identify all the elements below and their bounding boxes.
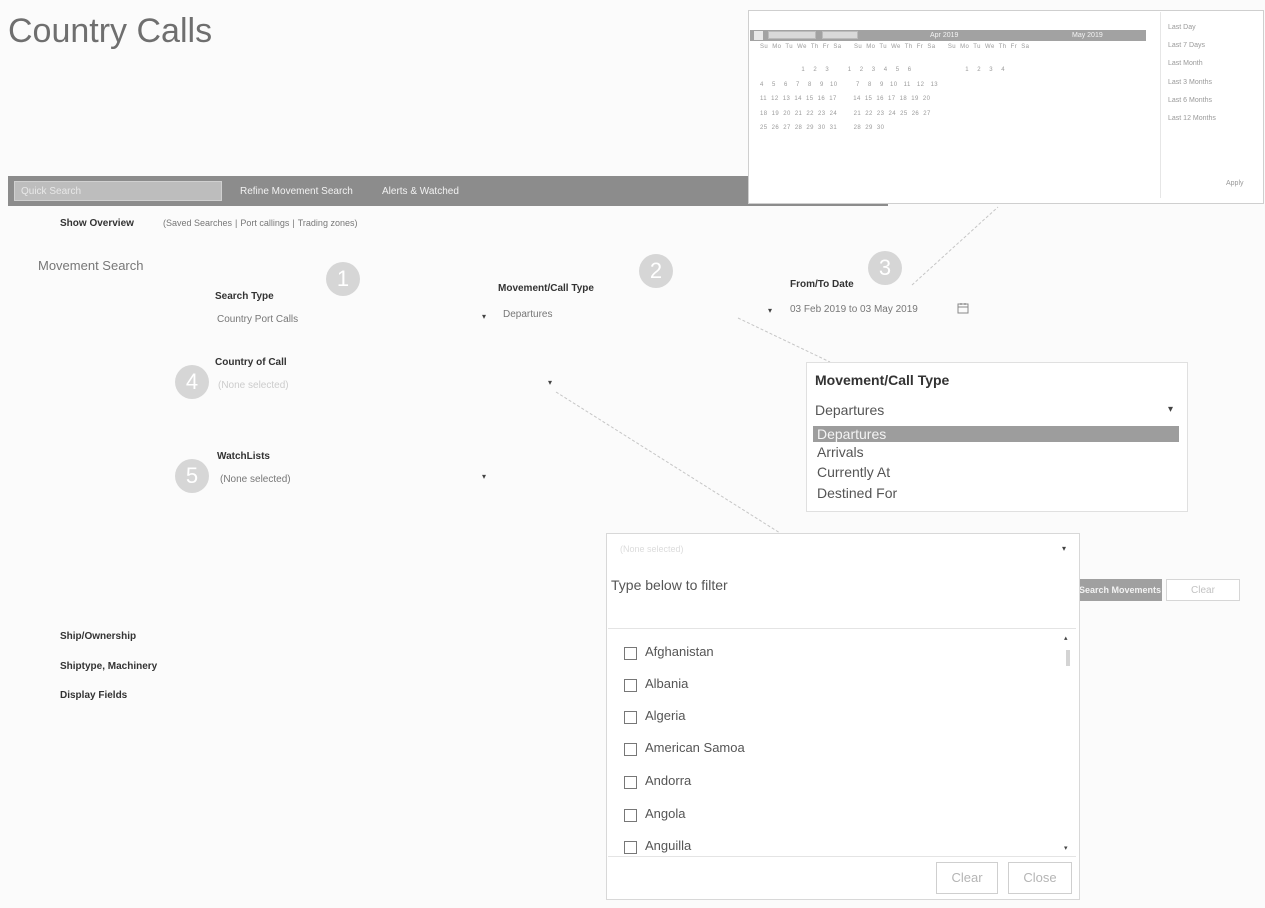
calendar-month-select[interactable] <box>768 31 816 39</box>
country-option-label[interactable]: Albania <box>645 676 688 691</box>
step-badge-5: 5 <box>175 459 209 493</box>
from-to-date-label: From/To Date <box>790 279 854 290</box>
watchlists-chevron-down-icon[interactable]: ▾ <box>482 472 486 481</box>
search-movements-button[interactable]: Search Movements <box>1078 579 1162 601</box>
option-currently-at[interactable]: Currently At <box>813 464 1179 480</box>
watchlists-select[interactable]: (None selected) <box>220 474 291 485</box>
display-fields-link[interactable]: Display Fields <box>60 690 127 701</box>
movement-search-title: Movement Search <box>38 258 144 273</box>
port-callings-link[interactable]: Port callings <box>240 218 289 228</box>
movement-call-type-select[interactable]: Departures <box>503 309 552 320</box>
calendar-week-row[interactable]: 18 19 20 21 22 23 24 21 22 23 24 25 26 2… <box>760 111 931 117</box>
calendar-right-month: May 2019 <box>1072 32 1103 39</box>
watchlists-label: WatchLists <box>217 451 270 462</box>
country-filter-input[interactable]: Type below to filter <box>611 577 728 593</box>
country-option-label[interactable]: Angola <box>645 806 685 821</box>
movement-call-type-popup-selected: Departures <box>815 402 885 418</box>
movement-call-type-popup-title: Movement/Call Type <box>815 372 950 388</box>
page-title: Country Calls <box>8 12 213 50</box>
overview-links: (Saved Searches | Port callings | Trading zo… <box>163 218 358 228</box>
country-panel-select[interactable]: (None selected) ▾ <box>608 540 1076 560</box>
step-badge-4: 4 <box>175 365 209 399</box>
country-checkbox[interactable] <box>624 841 637 854</box>
country-checkbox[interactable] <box>624 809 637 822</box>
step-badge-1: 1 <box>326 262 360 296</box>
step-badge-3: 3 <box>868 251 902 285</box>
filter-divider <box>608 628 1076 629</box>
date-chevron-down-icon[interactable]: ▾ <box>768 306 772 315</box>
country-option-label[interactable]: Anguilla <box>645 838 691 853</box>
calendar-icon[interactable] <box>957 301 969 314</box>
trading-zones-link[interactable]: Trading zones) <box>298 218 358 228</box>
prev-month-icon[interactable] <box>754 31 763 40</box>
country-close-button[interactable]: Close <box>1008 862 1072 894</box>
search-type-label: Search Type <box>215 291 274 302</box>
range-last-6-months[interactable]: Last 6 Months <box>1168 97 1212 104</box>
country-option-label[interactable]: Algeria <box>645 708 685 723</box>
saved-searches-link[interactable]: (Saved Searches <box>163 218 232 228</box>
country-list-scrollbar[interactable]: ▴ ▾ <box>1064 634 1072 852</box>
country-clear-button[interactable]: Clear <box>936 862 998 894</box>
movement-call-type-popup-select[interactable]: Departures ▾ <box>815 402 1179 420</box>
calendar-divider <box>1160 12 1161 198</box>
scrollbar-thumb[interactable] <box>1066 650 1070 666</box>
scroll-down-icon[interactable]: ▾ <box>1064 844 1068 852</box>
range-last-12-months[interactable]: Last 12 Months <box>1168 115 1216 122</box>
search-type-select[interactable]: Country Port Calls <box>217 314 298 325</box>
option-destined-for[interactable]: Destined For <box>813 485 1179 501</box>
calendar-week-row[interactable]: 1 2 3 1 2 3 4 5 6 1 2 3 4 <box>760 67 1005 73</box>
country-panel-select-value: (None selected) <box>620 544 684 554</box>
show-overview-label[interactable]: Show Overview <box>60 218 134 229</box>
calendar-week-row[interactable]: 11 12 13 14 15 16 17 14 15 16 17 18 19 2… <box>760 96 930 102</box>
scroll-up-icon[interactable]: ▴ <box>1064 634 1068 642</box>
country-panel-footer-divider <box>608 856 1076 857</box>
country-of-call-select[interactable]: (None selected) <box>218 380 289 391</box>
option-arrivals[interactable]: Arrivals <box>813 444 1179 460</box>
calendar-apply-button[interactable]: Apply <box>1226 180 1244 187</box>
quick-search-input[interactable]: Quick Search <box>14 181 222 201</box>
chevron-down-icon: ▾ <box>1061 544 1066 553</box>
range-last-month[interactable]: Last Month <box>1168 60 1203 67</box>
refine-movement-search-link[interactable]: Refine Movement Search <box>240 186 353 197</box>
range-last-7-days[interactable]: Last 7 Days <box>1168 42 1205 49</box>
ship-ownership-link[interactable]: Ship/Ownership <box>60 631 136 642</box>
country-checkbox[interactable] <box>624 711 637 724</box>
chevron-down-icon: ▾ <box>1167 404 1173 415</box>
country-option-label[interactable]: Afghanistan <box>645 644 714 659</box>
country-option-label[interactable]: Andorra <box>645 773 691 788</box>
country-checkbox[interactable] <box>624 743 637 756</box>
movement-call-type-label: Movement/Call Type <box>498 283 594 294</box>
range-last-3-months[interactable]: Last 3 Months <box>1168 79 1212 86</box>
step-badge-2: 2 <box>639 254 673 288</box>
from-to-date-input[interactable]: 03 Feb 2019 to 03 May 2019 <box>790 304 918 315</box>
country-checkbox[interactable] <box>624 776 637 789</box>
alerts-watched-link[interactable]: Alerts & Watched <box>382 186 459 197</box>
calendar-left-month: Apr 2019 <box>930 32 959 39</box>
country-option-label[interactable]: American Samoa <box>645 740 745 755</box>
calendar-week-row[interactable]: 25 26 27 28 29 30 31 28 29 30 <box>760 125 884 131</box>
shiptype-machinery-link[interactable]: Shiptype, Machinery <box>60 661 157 672</box>
calendar-year-select[interactable] <box>822 31 858 39</box>
range-last-day[interactable]: Last Day <box>1168 24 1196 31</box>
calendar-week-row[interactable]: 4 5 6 7 8 9 10 7 8 9 10 11 12 13 <box>760 82 938 88</box>
country-chevron-down-icon[interactable]: ▾ <box>548 378 552 387</box>
calendar-weekday-row: Su Mo Tu We Th Fr Sa Su Mo Tu We Th Fr S… <box>760 44 1030 50</box>
country-checkbox[interactable] <box>624 647 637 660</box>
country-of-call-label: Country of Call <box>215 357 287 368</box>
country-checkbox[interactable] <box>624 679 637 692</box>
search-type-chevron-down-icon[interactable]: ▾ <box>482 312 486 321</box>
option-departures[interactable]: Departures <box>813 426 1179 442</box>
clear-search-button[interactable]: Clear <box>1166 579 1240 601</box>
